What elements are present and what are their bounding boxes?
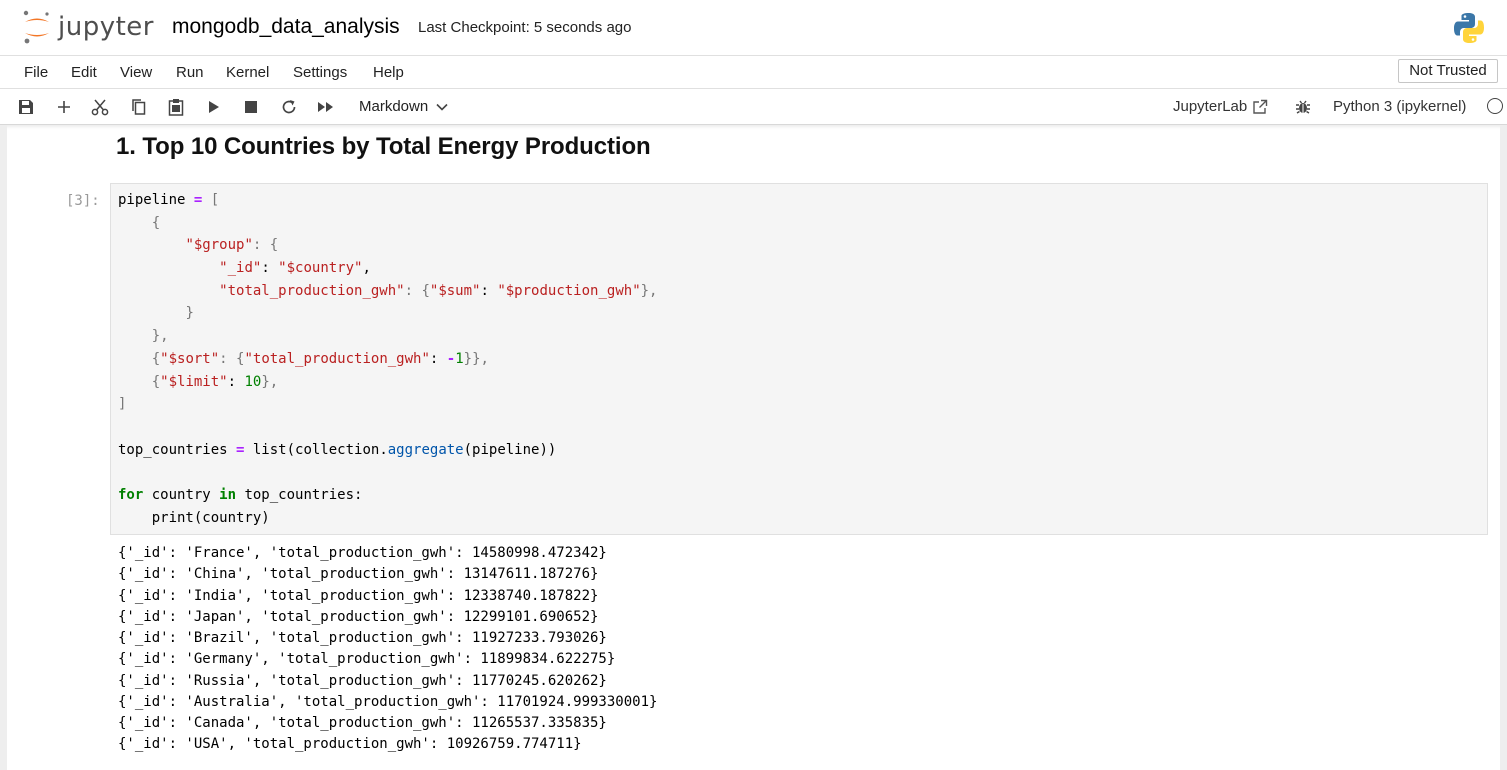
menu-settings[interactable]: Settings <box>293 64 347 81</box>
output-line: {'_id': 'France', 'total_production_gwh'… <box>118 545 607 561</box>
external-link-icon <box>1253 99 1268 114</box>
cell-type-dropdown[interactable]: Markdown <box>359 98 448 115</box>
code-line: }, <box>151 328 169 344</box>
chevron-down-icon <box>436 103 448 111</box>
notebook-gutter-left <box>0 125 7 770</box>
output-line: {'_id': 'Brazil', 'total_production_gwh'… <box>118 630 607 646</box>
output-line: {'_id': 'Russia', 'total_production_gwh'… <box>118 673 607 689</box>
kernel-status-icon <box>1487 98 1503 114</box>
notebook-header: jupyter mongodb_data_analysis Last Check… <box>0 0 1507 56</box>
not-trusted-button[interactable]: Not Trusted <box>1398 59 1498 83</box>
code-line: "_id": "$country", <box>219 260 371 276</box>
code-line: print(country) <box>151 510 270 526</box>
menu-help[interactable]: Help <box>373 64 404 81</box>
output-line: {'_id': 'USA', 'total_production_gwh': 1… <box>118 736 582 752</box>
output-line: {'_id': 'India', 'total_production_gwh':… <box>118 588 599 604</box>
cell-input-prompt: [3]: <box>66 193 100 209</box>
code-line: { <box>151 215 161 231</box>
menu-bar: File Edit View Run Kernel Settings Help <box>0 55 1507 89</box>
notebook-gutter-right <box>1500 125 1507 770</box>
code-line: pipeline = [ <box>118 192 220 208</box>
output-line: {'_id': 'Australia', 'total_production_g… <box>118 694 658 710</box>
notebook-title[interactable]: mongodb_data_analysis <box>172 15 400 39</box>
python-logo-icon <box>1452 11 1486 50</box>
cut-icon[interactable] <box>90 97 110 117</box>
code-line: "total_production_gwh": {"$sum": "$produ… <box>219 283 658 299</box>
code-line: "$group": { <box>185 237 279 253</box>
menu-run[interactable]: Run <box>176 64 204 81</box>
jupyter-logo-icon <box>23 10 49 44</box>
run-icon[interactable] <box>204 97 224 117</box>
stop-icon[interactable] <box>241 97 261 117</box>
checkpoint-status: Last Checkpoint: 5 seconds ago <box>418 19 632 36</box>
code-line: for country in top_countries: <box>118 487 363 503</box>
output-line: {'_id': 'Canada', 'total_production_gwh'… <box>118 715 607 731</box>
debugger-bug-icon[interactable] <box>1293 97 1313 117</box>
add-cell-icon[interactable] <box>54 97 74 117</box>
markdown-heading[interactable]: 1. Top 10 Countries by Total Energy Prod… <box>116 133 651 161</box>
logo-text: jupyter <box>58 12 154 42</box>
code-line: ] <box>118 396 127 412</box>
menu-kernel[interactable]: Kernel <box>226 64 269 81</box>
code-line: top_countries = list(collection.aggregat… <box>118 442 557 458</box>
output-line: {'_id': 'China', 'total_production_gwh':… <box>118 566 599 582</box>
fast-forward-icon[interactable] <box>316 97 336 117</box>
notebook-toolbar: Markdown JupyterLab Python 3 (ipykernel) <box>0 89 1507 125</box>
kernel-name[interactable]: Python 3 (ipykernel) <box>1333 98 1466 115</box>
save-icon[interactable] <box>16 97 36 117</box>
output-line: {'_id': 'Germany', 'total_production_gwh… <box>118 651 616 667</box>
menu-file[interactable]: File <box>24 64 48 81</box>
menu-edit[interactable]: Edit <box>71 64 97 81</box>
restart-icon[interactable] <box>279 97 299 117</box>
menu-view[interactable]: View <box>120 64 152 81</box>
code-line: {"$limit": 10}, <box>151 374 279 390</box>
jupyterlab-label: JupyterLab <box>1173 98 1248 115</box>
output-line: {'_id': 'Japan', 'total_production_gwh':… <box>118 609 599 625</box>
copy-icon[interactable] <box>129 97 149 117</box>
paste-icon[interactable] <box>166 97 186 117</box>
jupyter-logo[interactable]: jupyter <box>22 9 154 45</box>
code-line: } <box>185 305 194 321</box>
code-line: {"$sort": {"total_production_gwh": -1}}, <box>151 351 489 367</box>
open-jupyterlab-link[interactable]: JupyterLab <box>1173 98 1268 115</box>
cell-type-value: Markdown <box>359 98 429 115</box>
